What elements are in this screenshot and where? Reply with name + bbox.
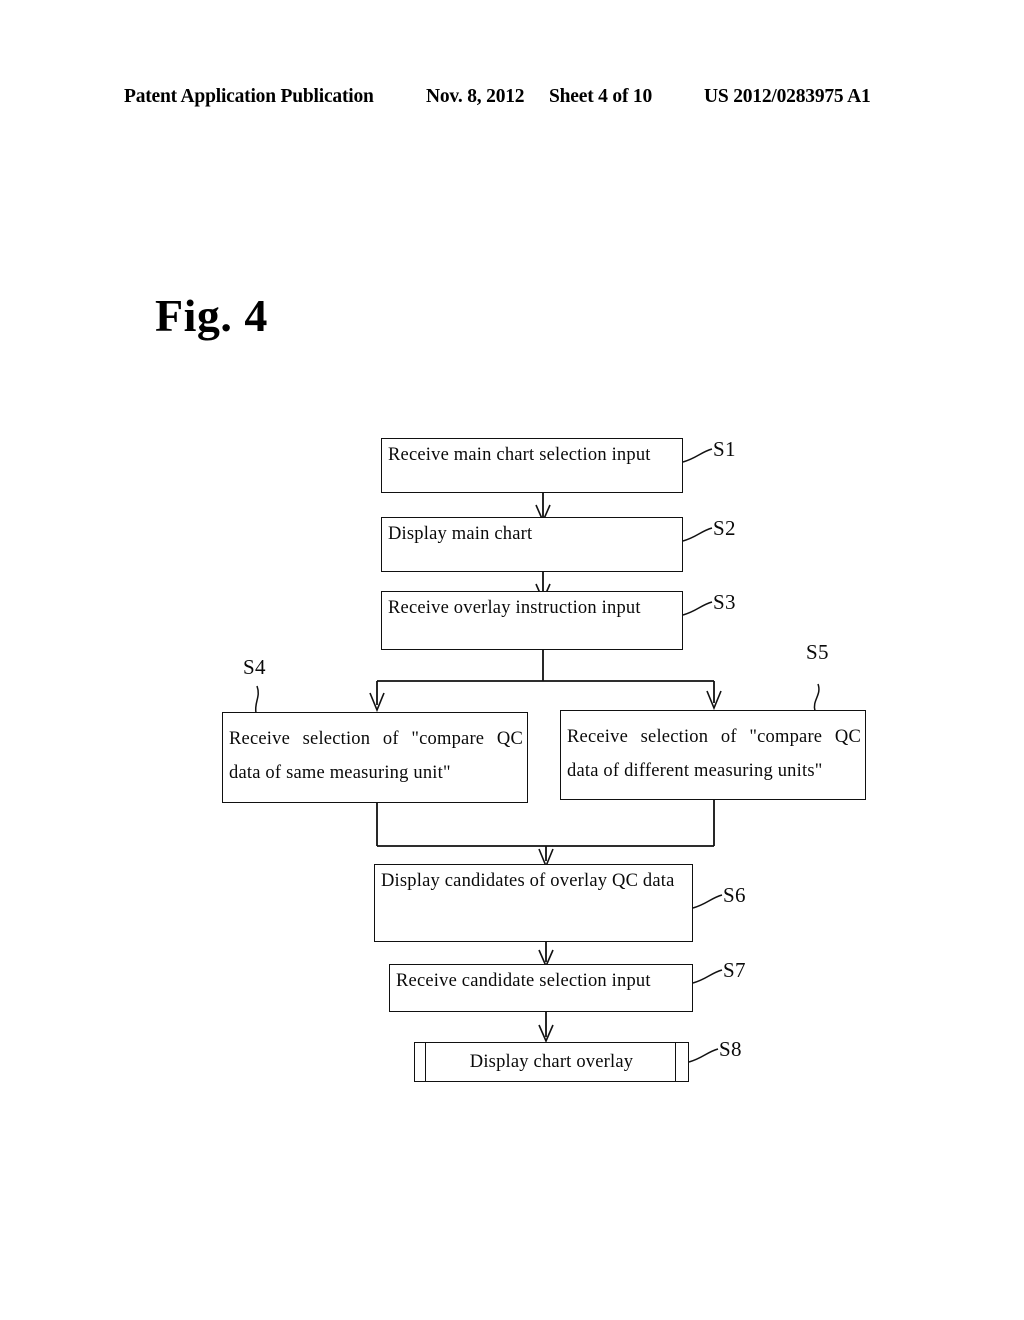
leader-s8 — [688, 1048, 719, 1063]
leader-s7 — [692, 969, 723, 984]
flowchart-node-s7[interactable]: Receive candidate selection input — [389, 964, 693, 1012]
step-ref-s1: S1 — [713, 437, 736, 461]
flowchart-node-s1-label: Receive main chart selection input — [388, 445, 651, 465]
step-ref-s3: S3 — [713, 590, 736, 614]
leader-s6 — [692, 894, 723, 909]
flowchart-node-s6-label: Display candidates of overlay QC data — [381, 871, 675, 891]
leader-s4 — [254, 685, 259, 714]
flowchart-node-s8-label: Display chart overlay — [469, 1051, 634, 1072]
leader-s5 — [813, 683, 820, 712]
flowchart-node-s7-label: Receive candidate selection input — [396, 971, 651, 991]
step-ref-s5: S5 — [806, 640, 829, 664]
flowchart-node-s8[interactable]: Display chart overlay — [414, 1042, 689, 1082]
patent-page: Patent Application Publication Nov. 8, 2… — [0, 0, 1024, 1320]
leader-s1 — [682, 448, 713, 463]
flowchart-node-s4-label-line1: Receive selection of "compare QC — [229, 729, 523, 749]
step-ref-s6: S6 — [723, 883, 746, 907]
flowchart-node-s3[interactable]: Receive overlay instruction input — [381, 591, 683, 650]
flowchart-node-s5-label-line2: data of different measuring units" — [567, 761, 823, 782]
flowchart: Receive main chart selection input S1 Di… — [0, 0, 1024, 1320]
leader-s3 — [682, 601, 713, 616]
step-ref-s7: S7 — [723, 958, 746, 982]
flowchart-node-s4[interactable]: Receive selection of "compare QC data of… — [222, 712, 528, 803]
step-ref-s8: S8 — [719, 1037, 742, 1061]
flowchart-node-s4-label-line2: data of same measuring unit" — [229, 763, 451, 784]
flowchart-node-s3-label: Receive overlay instruction input — [388, 598, 641, 618]
step-ref-s2: S2 — [713, 516, 736, 540]
flowchart-node-s5[interactable]: Receive selection of "compare QC data of… — [560, 710, 866, 800]
flowchart-node-s5-label-line1: Receive selection of "compare QC — [567, 727, 861, 747]
flowchart-node-s2-label: Display main chart — [388, 524, 533, 544]
step-ref-s4: S4 — [243, 655, 266, 679]
flowchart-connectors — [254, 448, 820, 1063]
flowchart-node-s2[interactable]: Display main chart — [381, 517, 683, 572]
flowchart-node-s6[interactable]: Display candidates of overlay QC data — [374, 864, 693, 942]
leader-s2 — [682, 527, 713, 542]
flowchart-node-s1[interactable]: Receive main chart selection input — [381, 438, 683, 493]
